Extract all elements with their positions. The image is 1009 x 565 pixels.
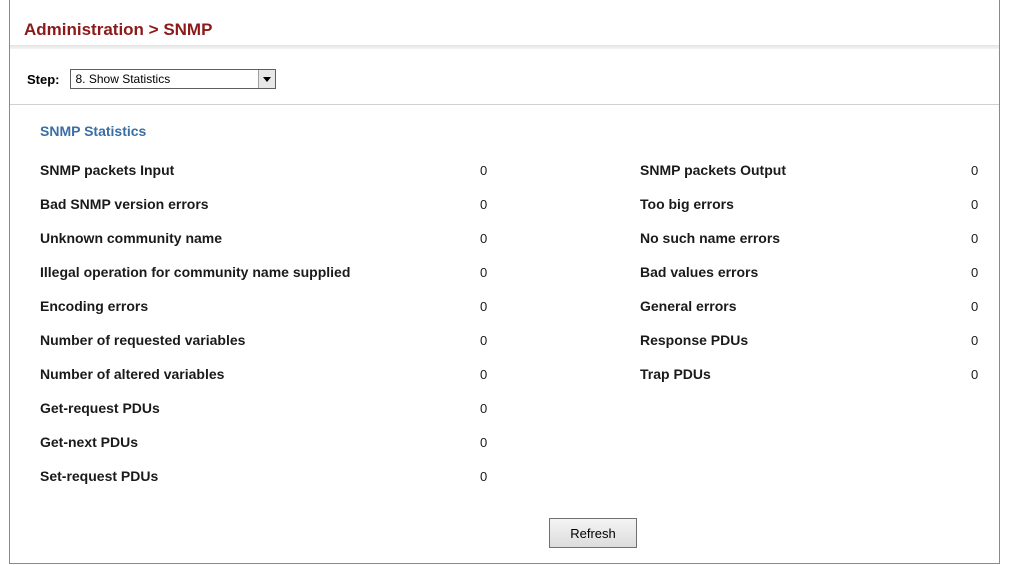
stat-value: 0 <box>971 367 979 382</box>
stat-value: 0 <box>971 163 979 178</box>
stat-value: 0 <box>971 265 979 280</box>
page-title: Administration > SNMP <box>24 20 213 39</box>
stat-value: 0 <box>480 265 488 280</box>
stat-label: No such name errors <box>640 230 781 246</box>
chevron-down-icon <box>262 76 271 82</box>
stat-value: 0 <box>480 469 488 484</box>
dropdown-arrow-button[interactable] <box>257 70 275 88</box>
stat-label: SNMP packets Output <box>640 162 786 178</box>
stat-value: 0 <box>480 197 488 212</box>
stat-label: Encoding errors <box>40 298 149 314</box>
stat-value: 0 <box>971 231 979 246</box>
stat-label: Set-request PDUs <box>40 468 159 484</box>
stat-value: 0 <box>971 333 979 348</box>
stat-value: 0 <box>971 197 979 212</box>
stat-label: Too big errors <box>640 196 734 212</box>
stat-value: 0 <box>480 231 488 246</box>
stat-label: Bad SNMP version errors <box>40 196 209 212</box>
stat-value: 0 <box>480 401 488 416</box>
snmp-panel: Administration > SNMP Step: 8. Show Stat… <box>9 0 1000 564</box>
stat-value: 0 <box>480 435 488 450</box>
stat-label: Get-request PDUs <box>40 400 160 416</box>
stat-label: Get-next PDUs <box>40 434 139 450</box>
stat-value: 0 <box>480 367 488 382</box>
stat-value: 0 <box>480 299 488 314</box>
stat-label: General errors <box>640 298 737 314</box>
stat-label: Response PDUs <box>640 332 749 348</box>
title-divider <box>10 45 999 49</box>
stat-label: Bad values errors <box>640 264 759 280</box>
stat-label: Unknown community name <box>40 230 223 246</box>
step-row: Step: 8. Show Statistics <box>27 67 276 91</box>
stat-label: Illegal operation for community name sup… <box>40 264 351 280</box>
stat-label: Number of requested variables <box>40 332 246 348</box>
step-dropdown-value: 8. Show Statistics <box>75 72 171 86</box>
stat-value: 0 <box>971 299 979 314</box>
step-dropdown[interactable]: 8. Show Statistics <box>69 69 276 89</box>
refresh-button[interactable]: Refresh <box>549 518 637 548</box>
section-title: SNMP Statistics <box>40 123 147 139</box>
step-divider <box>10 104 999 105</box>
step-label: Step: <box>27 71 60 87</box>
stat-label: Trap PDUs <box>640 366 711 382</box>
stat-value: 0 <box>480 163 488 178</box>
stat-label: SNMP packets Input <box>40 162 175 178</box>
stat-value: 0 <box>480 333 488 348</box>
stat-label: Number of altered variables <box>40 366 225 382</box>
